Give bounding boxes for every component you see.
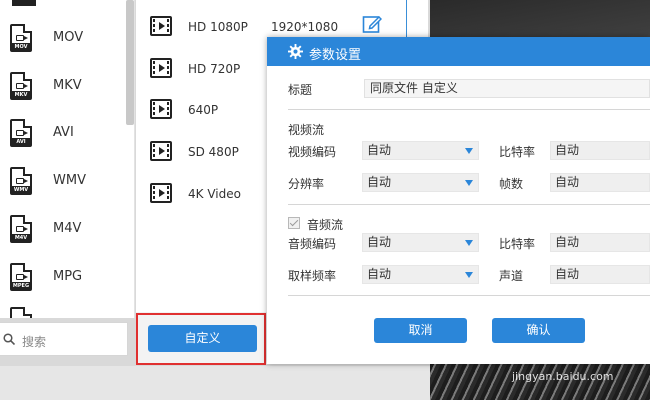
video-file-icon: M4V: [10, 215, 32, 243]
select-value: 自动: [367, 175, 392, 189]
channels-label: 声道: [499, 269, 524, 283]
title-label: 标题: [288, 83, 313, 97]
dialog-title-bar[interactable]: 参数设置: [267, 37, 650, 66]
select-value: 自动: [555, 175, 580, 189]
dropdown-arrow-icon: [465, 240, 473, 246]
fps-select[interactable]: 自动: [550, 173, 650, 192]
preset-panel-edge: [406, 0, 428, 40]
video-file-icon: MKV: [10, 72, 32, 100]
format-item-mkv[interactable]: MKV MKV: [0, 70, 125, 110]
audio-codec-label: 音频编码: [288, 237, 337, 251]
format-item-mov[interactable]: MOV MOV: [0, 22, 125, 62]
format-list-scrollbar[interactable]: [126, 0, 134, 125]
watermark-url: jingyan.baidu.com: [512, 370, 614, 383]
select-value: 自动: [367, 235, 392, 249]
preset-name: SD 480P: [188, 145, 239, 159]
fps-label: 帧数: [499, 177, 524, 191]
preset-name: 640P: [188, 103, 219, 117]
sample-rate-select[interactable]: 自动: [362, 265, 479, 284]
format-label: MKV: [53, 78, 82, 93]
video-file-icon: [10, 307, 32, 318]
preset-name: 4K Video: [188, 187, 241, 201]
preset-resolution: 1920*1080: [271, 20, 339, 34]
channels-select[interactable]: 自动: [550, 265, 650, 284]
divider: [288, 295, 650, 296]
video-bitrate-label: 比特率: [499, 145, 536, 159]
watermark-brand: Baidu 经验: [500, 344, 614, 366]
search-placeholder: 搜索: [22, 335, 47, 349]
gear-icon: [288, 44, 303, 59]
video-file-icon: WMV: [10, 167, 32, 195]
divider: [288, 109, 650, 110]
select-value: 自动: [555, 267, 580, 281]
audio-bitrate-select[interactable]: 自动: [550, 233, 650, 252]
video-film-icon: [150, 16, 172, 36]
dropdown-arrow-icon: [465, 180, 473, 186]
sample-rate-label: 取样频率: [288, 269, 337, 283]
format-label: WMV: [53, 173, 86, 188]
search-icon: [3, 333, 15, 345]
search-input[interactable]: 搜索: [0, 322, 128, 356]
format-item-partial: [0, 305, 125, 318]
video-bitrate-select[interactable]: 自动: [550, 141, 650, 160]
bottom-strip: [0, 366, 430, 400]
audio-section-label: 音频流: [307, 218, 344, 232]
resolution-label: 分辨率: [288, 177, 325, 191]
audio-stream-checkbox[interactable]: [288, 217, 300, 229]
video-file-icon: MPEG: [10, 263, 32, 291]
audio-bitrate-label: 比特率: [499, 237, 536, 251]
audio-codec-select[interactable]: 自动: [362, 233, 479, 252]
settings-dialog: 参数设置 标题 同原文件 自定义 视频流 视频编码 自动 比特率 自动 分辨率 …: [267, 37, 650, 364]
edit-icon[interactable]: [362, 14, 382, 34]
video-film-icon: [150, 183, 172, 203]
select-value: 自动: [367, 143, 392, 157]
select-value: 自动: [555, 143, 580, 157]
divider: [288, 204, 650, 205]
resolution-select[interactable]: 自动: [362, 173, 479, 192]
baidu-watermark: Baidu 经验 jingyan.baidu.com: [500, 340, 648, 398]
format-label: AVI: [53, 125, 74, 140]
video-codec-label: 视频编码: [288, 145, 337, 159]
format-label: MOV: [53, 30, 84, 45]
dropdown-arrow-icon: [465, 148, 473, 154]
video-section-label: 视频流: [288, 123, 325, 137]
cancel-button[interactable]: 取消: [374, 318, 467, 343]
video-film-icon: [150, 141, 172, 161]
preset-name: HD 720P: [188, 62, 241, 76]
format-item-mpg[interactable]: MPEG MPG: [0, 261, 125, 301]
select-value: 自动: [367, 267, 392, 281]
video-file-icon: AVI: [10, 119, 32, 147]
title-field[interactable]: 同原文件 自定义: [364, 79, 650, 98]
video-codec-select[interactable]: 自动: [362, 141, 479, 160]
video-film-icon: [150, 58, 172, 78]
format-icon-partial: [12, 0, 36, 6]
preset-name: HD 1080P: [188, 20, 248, 34]
video-file-icon: MOV: [10, 24, 32, 52]
select-value: 自动: [555, 235, 580, 249]
format-item-wmv[interactable]: WMV WMV: [0, 165, 125, 205]
dropdown-arrow-icon: [465, 272, 473, 278]
dialog-title: 参数设置: [309, 48, 362, 63]
format-label: MPG: [53, 269, 83, 284]
format-list-panel: MOV MOV MKV MKV AVI AVI WMV WMV M4V M4V …: [0, 0, 135, 318]
format-item-m4v[interactable]: M4V M4V: [0, 213, 125, 253]
format-label: M4V: [53, 221, 82, 236]
video-film-icon: [150, 99, 172, 119]
custom-button[interactable]: 自定义: [148, 325, 257, 352]
format-item-avi[interactable]: AVI AVI: [0, 117, 125, 157]
